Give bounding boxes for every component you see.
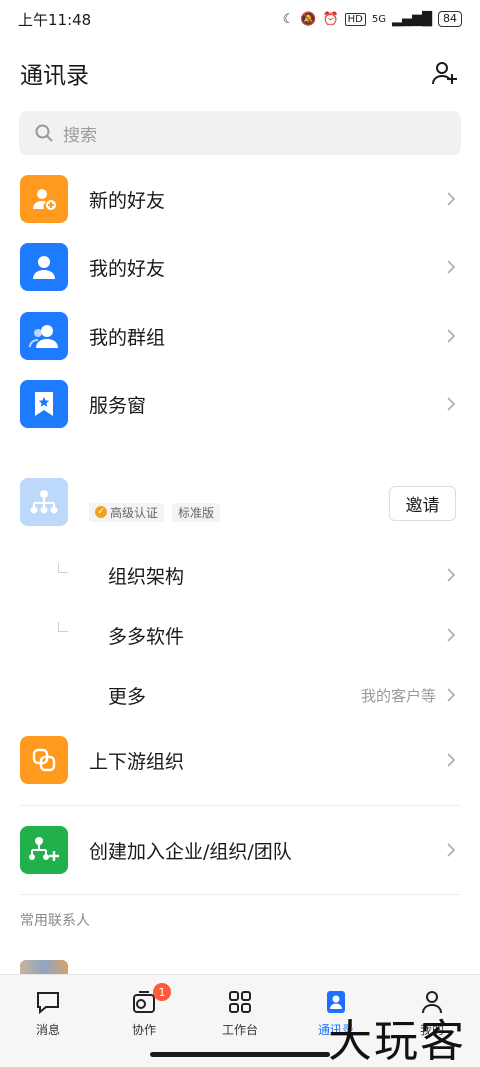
grid-icon	[225, 987, 255, 1017]
add-user-icon	[20, 175, 68, 223]
group-icon	[20, 312, 68, 360]
status-bar: 上午11:48 ☾ 🔕 ⏰ HD 5G ▂▄▆█ 84	[0, 0, 480, 38]
notification-badge: 1	[153, 983, 171, 1001]
menu-item-label: 新的好友	[89, 189, 166, 212]
menu-item-service-window[interactable]: 服务窗	[0, 380, 480, 428]
header: 通讯录	[0, 50, 480, 96]
verified-badge: ✓ 高级认证	[89, 502, 165, 522]
tab-collaboration[interactable]: 1 协作	[96, 983, 192, 1038]
avatar[interactable]	[20, 960, 68, 974]
org-chart-icon	[20, 478, 68, 526]
bookmark-star-icon	[20, 380, 68, 428]
watermark: 大玩客	[328, 1016, 466, 1067]
moon-icon: ☾	[282, 11, 295, 27]
org-item-label: 组织架构	[108, 565, 185, 588]
search-input[interactable]: 搜索	[19, 111, 461, 155]
menu-item-my-groups[interactable]: 我的群组	[0, 312, 480, 360]
menu-item-create-join-org[interactable]: 创建加入企业/组织/团队	[0, 826, 480, 874]
search-icon	[35, 124, 53, 142]
tab-label: 工作台	[221, 1023, 258, 1037]
tab-label: 协作	[131, 1023, 156, 1037]
chevron-right-icon	[447, 843, 456, 857]
status-time: 上午11:48	[18, 10, 92, 29]
home-indicator[interactable]	[150, 1052, 330, 1057]
add-friend-button[interactable]	[430, 58, 460, 88]
check-icon: ✓	[95, 506, 107, 518]
divider	[20, 894, 460, 895]
menu-item-label: 服务窗	[89, 394, 147, 417]
divider	[20, 805, 460, 806]
menu-item-label: 我的好友	[89, 257, 166, 280]
chevron-right-icon	[447, 628, 456, 642]
chevron-right-icon	[447, 568, 456, 582]
collab-icon: 1	[129, 983, 171, 1017]
org-item-structure[interactable]: 组织架构	[0, 555, 480, 595]
add-user-icon	[432, 62, 457, 85]
chevron-right-icon	[447, 753, 456, 767]
search-placeholder: 搜索	[63, 125, 97, 146]
tab-workbench[interactable]: 工作台	[192, 987, 288, 1038]
org-item-company[interactable]: 多多软件	[0, 615, 480, 655]
org-item-more[interactable]: 更多 我的客户等	[0, 675, 480, 715]
org-item-note: 我的客户等	[360, 686, 436, 705]
organization-badges: ✓ 高级认证 标准版	[89, 502, 269, 522]
chevron-right-icon	[447, 688, 456, 702]
create-org-icon	[20, 826, 68, 874]
menu-item-my-friends[interactable]: 我的好友	[0, 243, 480, 291]
signal-icon: ▂▄▆█	[392, 11, 432, 27]
link-icon	[20, 736, 68, 784]
tab-messages[interactable]: 消息	[0, 987, 96, 1038]
page-title: 通讯录	[20, 63, 89, 89]
chat-icon	[33, 987, 63, 1017]
edition-badge: 标准版	[172, 502, 221, 522]
organization-info: ✓ 高级认证 标准版	[89, 483, 269, 522]
org-item-label: 多多软件	[108, 625, 185, 648]
network-label: 5G	[371, 13, 386, 25]
user-icon	[20, 243, 68, 291]
hd-icon: HD	[344, 12, 366, 26]
tab-label: 消息	[35, 1023, 60, 1037]
battery-icon: 84	[438, 11, 462, 27]
mute-icon: 🔕	[300, 11, 317, 27]
invite-button[interactable]: 邀请	[389, 486, 456, 521]
status-icons: ☾ 🔕 ⏰ HD 5G ▂▄▆█ 84	[283, 11, 462, 27]
menu-item-label: 创建加入企业/组织/团队	[89, 840, 292, 863]
chevron-right-icon	[447, 192, 456, 206]
chevron-right-icon	[447, 260, 456, 274]
alarm-icon: ⏰	[322, 11, 339, 27]
menu-item-new-friends[interactable]: 新的好友	[0, 175, 480, 223]
menu-item-label: 上下游组织	[89, 750, 185, 773]
org-item-label: 更多	[108, 685, 147, 708]
organization-name-redacted	[89, 483, 269, 497]
menu-item-label: 我的群组	[89, 326, 166, 349]
menu-item-supply-chain[interactable]: 上下游组织	[0, 736, 480, 784]
chevron-right-icon	[447, 397, 456, 411]
chevron-right-icon	[447, 329, 456, 343]
frequent-contacts-title: 常用联系人	[20, 913, 90, 929]
